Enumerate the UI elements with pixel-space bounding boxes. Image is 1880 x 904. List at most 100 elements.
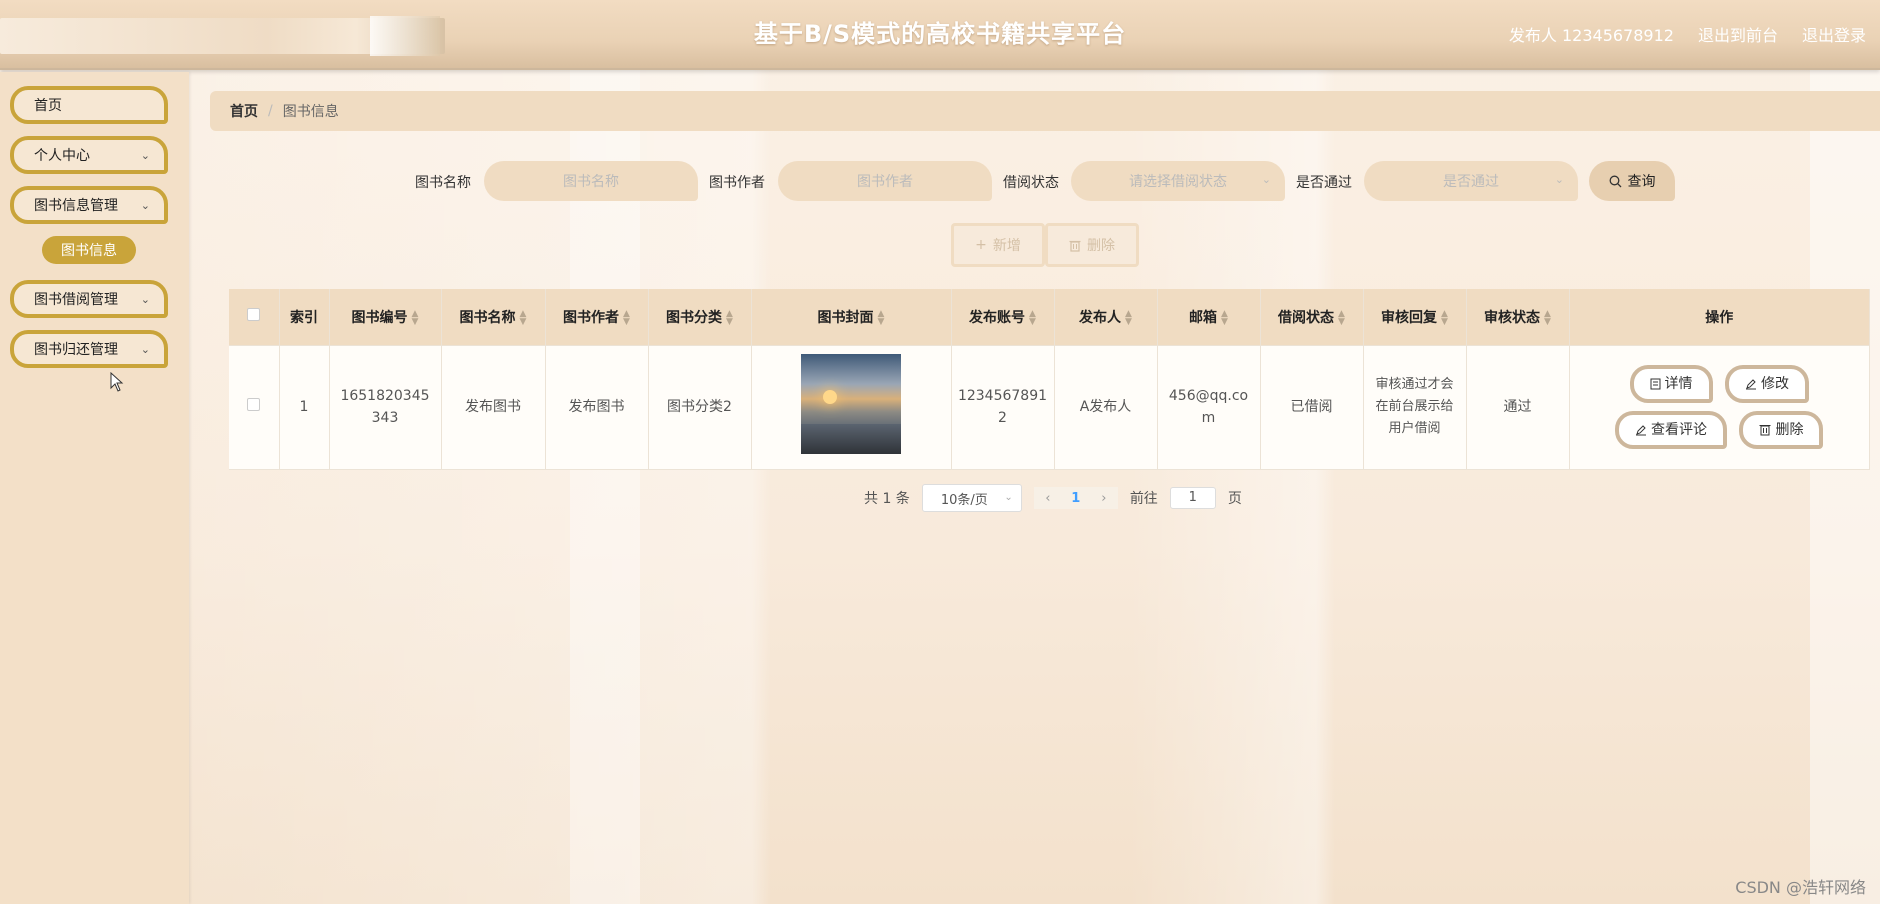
column-header[interactable]: 审核状态 ▲ ▼: [1466, 289, 1570, 346]
prev-page-icon[interactable]: ‹: [1034, 491, 1062, 506]
page-size-select[interactable]: 10条/页 ⌄: [921, 484, 1022, 512]
select-all-checkbox[interactable]: [247, 308, 261, 322]
sort-icon[interactable]: ▲ ▼: [1221, 309, 1228, 326]
watermark: CSDN @浩轩网络: [1735, 878, 1866, 897]
sidebar-subitem-book-info[interactable]: 图书信息: [42, 236, 136, 264]
sort-icon[interactable]: ▲ ▼: [1029, 309, 1036, 326]
column-header[interactable]: 图书封面 ▲ ▼: [751, 289, 952, 346]
borrow-status-select[interactable]: 请选择借阅状态 ⌄: [1071, 161, 1285, 201]
chevron-down-icon: ⌄: [1554, 173, 1564, 186]
row-delete-button-label: 删除: [1775, 421, 1804, 438]
sort-icon[interactable]: ▲ ▼: [1544, 309, 1551, 326]
column-header[interactable]: 审核回复 ▲ ▼: [1363, 289, 1467, 346]
edit-button[interactable]: 修改: [1724, 364, 1809, 403]
plus-icon: +: [975, 237, 987, 253]
book-table: 索引 图书编号 ▲ ▼ 图书名称 ▲ ▼ 图书作者 ▲ ▼ 图书分类 ▲ ▼ 图书封面 ▲ ▼ 发布…: [229, 289, 1870, 470]
cell-actions: 详情 修改 查看评论 删除: [1569, 345, 1870, 470]
cell-review-reply-text: 审核通过才会在前台展示给用户借阅: [1375, 377, 1454, 436]
row-checkbox[interactable]: [247, 398, 261, 411]
column-header-label: 审核状态: [1484, 309, 1541, 326]
detail-button[interactable]: 详情: [1629, 364, 1713, 403]
column-header: 操作: [1569, 289, 1870, 346]
table-row: 1 1651820345343 发布图书 发布图书 图书分类2 12345678…: [229, 345, 1870, 470]
sort-icon[interactable]: ▲ ▼: [1338, 309, 1345, 326]
sort-icon[interactable]: ▲ ▼: [1441, 309, 1448, 326]
cell-email: 456@qq.com: [1157, 345, 1261, 470]
sidebar-item-label: 图书借阅管理: [34, 292, 118, 308]
breadcrumb-current: 图书信息: [282, 104, 339, 120]
edit-icon: [1636, 425, 1647, 436]
column-header[interactable]: 图书编号 ▲ ▼: [329, 289, 442, 346]
logout-link[interactable]: 退出登录: [1802, 22, 1866, 46]
pager: ‹ 1 ›: [1033, 487, 1118, 509]
cell-category: 图书分类2: [648, 345, 752, 470]
borrow-status-label: 借阅状态: [1003, 175, 1059, 191]
actions-row: 详情 修改: [1576, 361, 1864, 407]
cell-borrow-status: 已借阅: [1260, 345, 1364, 470]
sort-icon[interactable]: ▲ ▼: [878, 309, 885, 326]
column-header[interactable]: 发布人 ▲ ▼: [1054, 289, 1158, 346]
select-all-cell: [229, 289, 280, 346]
chevron-down-icon: ⌄: [140, 293, 150, 306]
sidebar-item-label: 图书归还管理: [34, 342, 118, 358]
column-header-label: 发布人: [1079, 309, 1122, 326]
sidebar-item-book-info-management[interactable]: 图书信息管理 ⌄: [10, 186, 168, 224]
book-cover-image[interactable]: [801, 353, 901, 454]
row-delete-button[interactable]: 删除: [1739, 410, 1824, 449]
cell-book-no-text: 1651820345343: [340, 388, 430, 426]
page-size-value: 10条/页: [940, 492, 988, 508]
column-header-label: 图书名称: [459, 309, 516, 326]
sidebar-item-return-management[interactable]: 图书归还管理 ⌄: [10, 330, 168, 368]
column-header[interactable]: 图书分类 ▲ ▼: [648, 289, 752, 346]
page-number[interactable]: 1: [1062, 491, 1090, 506]
sort-icon[interactable]: ▲ ▼: [623, 309, 630, 326]
add-button[interactable]: + 新增: [951, 223, 1045, 267]
chevron-down-icon: ⌄: [140, 149, 150, 162]
sort-icon[interactable]: ▲ ▼: [412, 309, 419, 326]
column-header-label: 索引: [290, 309, 318, 326]
goto-suffix: 页: [1227, 491, 1242, 507]
breadcrumb: 首页 / 图书信息: [210, 91, 1880, 131]
breadcrumb-home[interactable]: 首页: [230, 101, 258, 121]
batch-delete-button[interactable]: 删除: [1045, 223, 1139, 267]
edit-icon: [1745, 379, 1756, 390]
sort-icon[interactable]: ▲ ▼: [726, 309, 733, 326]
column-header[interactable]: 图书作者 ▲ ▼: [545, 289, 649, 346]
column-header-label: 邮箱: [1189, 309, 1218, 326]
cell-account-text: 12345678912: [957, 388, 1048, 426]
column-header[interactable]: 发布账号 ▲ ▼: [951, 289, 1055, 346]
column-header-label: 图书编号: [351, 309, 408, 326]
cover-shore: [801, 423, 901, 454]
column-header-label: 图书封面: [817, 309, 874, 326]
delete-button-label: 删除: [1087, 238, 1115, 254]
is-passed-select[interactable]: 是否通过 ⌄: [1364, 161, 1578, 201]
search-icon: [1609, 175, 1621, 187]
sidebar-item-personal-center[interactable]: 个人中心 ⌄: [10, 136, 168, 174]
query-button[interactable]: 查询: [1589, 161, 1675, 201]
current-user-label: 发布人 12345678912: [1508, 26, 1674, 45]
sort-icon[interactable]: ▲ ▼: [1125, 309, 1132, 326]
row-select-cell: [229, 345, 280, 470]
column-header-label: 审核回复: [1381, 309, 1438, 326]
column-header[interactable]: 图书名称 ▲ ▼: [441, 289, 546, 346]
book-name-input[interactable]: 图书名称: [484, 161, 698, 201]
edit-button-label: 修改: [1760, 375, 1789, 392]
column-header-label: 借阅状态: [1278, 309, 1335, 326]
sort-icon[interactable]: ▲ ▼: [520, 309, 527, 326]
sidebar-item-label: 图书信息管理: [34, 198, 118, 214]
background-strip: [1810, 70, 1880, 904]
cell-review-reply: 审核通过才会在前台展示给用户借阅: [1363, 345, 1467, 470]
column-header-label: 图书分类: [666, 309, 723, 326]
goto-page-input[interactable]: 1: [1169, 487, 1216, 509]
cell-account: 12345678912: [951, 345, 1055, 470]
sidebar-item-borrow-management[interactable]: 图书借阅管理 ⌄: [10, 280, 168, 318]
column-header[interactable]: 邮箱 ▲ ▼: [1157, 289, 1261, 346]
column-header[interactable]: 借阅状态 ▲ ▼: [1260, 289, 1364, 346]
book-author-input[interactable]: 图书作者: [778, 161, 992, 201]
view-comments-button[interactable]: 查看评论: [1615, 411, 1728, 450]
add-button-label: 新增: [992, 238, 1021, 254]
sidebar-item-home[interactable]: 首页: [10, 86, 168, 124]
sidebar-item-label: 首页: [34, 98, 62, 114]
next-page-icon[interactable]: ›: [1090, 491, 1118, 506]
exit-to-front-link[interactable]: 退出到前台: [1698, 22, 1778, 46]
